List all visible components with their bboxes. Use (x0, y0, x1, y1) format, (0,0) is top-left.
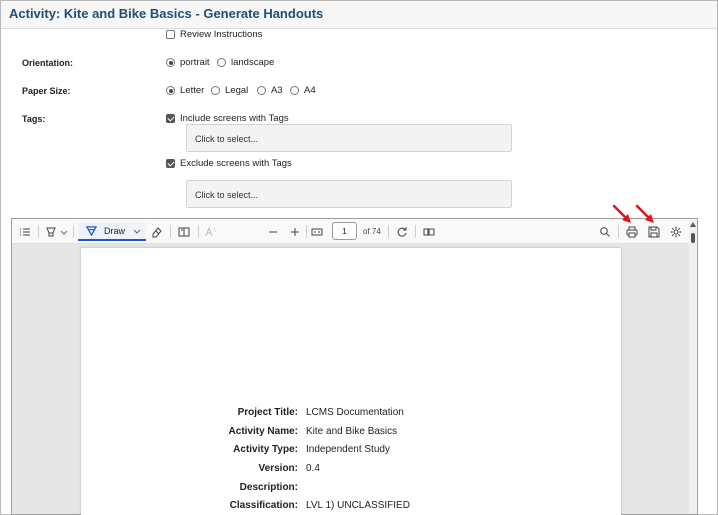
draw-chevron-down-icon[interactable] (133, 227, 141, 235)
review-instructions-checkbox[interactable] (166, 30, 175, 39)
legal-radio-option[interactable]: Legal (211, 85, 248, 96)
info-key: Activity Type: (233, 444, 298, 455)
info-key: Classification: (229, 500, 298, 511)
pdf-viewer: Draw 1 of 74 Project Title: LCMS Documen… (11, 218, 698, 515)
a4-label: A4 (304, 85, 316, 96)
legal-label: Legal (225, 85, 249, 96)
pdf-toolbar: Draw 1 of 74 (12, 219, 697, 244)
legal-radio[interactable] (211, 86, 220, 95)
landscape-radio[interactable] (217, 58, 226, 67)
draw-icon (86, 225, 97, 236)
info-value: Independent Study (306, 444, 390, 455)
scrollbar-thumb[interactable] (691, 233, 695, 243)
zoom-in-icon[interactable] (288, 225, 302, 239)
viewer-scrollbar[interactable] (689, 220, 697, 514)
info-row: Description: (81, 482, 621, 496)
exclude-tags-label: Exclude screens with Tags (180, 158, 292, 169)
exclude-tags-checkbox[interactable] (166, 159, 175, 168)
title-bar: Activity: Kite and Bike Basics - Generat… (1, 1, 717, 29)
exclude-tags-option[interactable]: Exclude screens with Tags (166, 158, 292, 169)
a4-radio[interactable] (290, 86, 299, 95)
info-key: Version: (258, 463, 298, 474)
info-row: Activity Type: Independent Study (81, 444, 621, 458)
text-icon[interactable] (177, 225, 191, 239)
landscape-label: landscape (231, 57, 275, 68)
portrait-radio-option[interactable]: portrait (166, 57, 210, 68)
info-value: Kite and Bike Basics (306, 426, 398, 437)
print-annotation-arrow-icon (612, 204, 631, 223)
rotate-icon[interactable] (395, 225, 409, 239)
tags-label: Tags: (22, 114, 46, 124)
info-key: Description: (239, 482, 298, 493)
orientation-label: Orientation: (22, 58, 73, 68)
review-instructions-option[interactable]: Review Instructions (166, 29, 262, 40)
page-title: Activity: Kite and Bike Basics - Generat… (9, 6, 324, 21)
a3-label: A3 (271, 85, 283, 96)
letter-radio[interactable] (166, 86, 175, 95)
contents-icon[interactable] (18, 225, 32, 239)
info-value: LCMS Documentation (306, 407, 404, 418)
info-row: Version: 0.4 (81, 463, 621, 477)
highlight-chevron-down-icon[interactable] (60, 225, 68, 239)
draw-label: Draw (104, 225, 126, 236)
info-key: Activity Name: (228, 426, 298, 437)
page-number-input[interactable]: 1 (332, 222, 357, 240)
landscape-radio-option[interactable]: landscape (217, 57, 274, 68)
a4-radio-option[interactable]: A4 (290, 85, 316, 96)
include-tags-checkbox[interactable] (166, 114, 175, 123)
save-icon[interactable] (647, 225, 661, 239)
portrait-label: portrait (180, 57, 210, 68)
portrait-radio[interactable] (166, 58, 175, 67)
draw-button[interactable]: Draw (78, 222, 146, 241)
zoom-out-icon[interactable] (266, 225, 280, 239)
info-key: Project Title: (237, 407, 298, 418)
include-tags-select[interactable]: Click to select... (186, 124, 512, 152)
a3-radio-option[interactable]: A3 (257, 85, 283, 96)
scroll-up-arrow-icon[interactable] (690, 222, 696, 227)
letter-label: Letter (180, 85, 205, 96)
include-tags-option[interactable]: Include screens with Tags (166, 113, 289, 124)
info-row: Activity Name: Kite and Bike Basics (81, 426, 621, 440)
fit-page-icon[interactable] (310, 225, 324, 239)
eraser-icon[interactable] (150, 225, 164, 239)
paper-size-label: Paper Size: (22, 86, 71, 96)
search-icon[interactable] (598, 225, 612, 239)
read-aloud-icon[interactable] (204, 225, 218, 239)
info-value: LVL 1) UNCLASSIFIED (306, 500, 410, 511)
info-row: Classification: LVL 1) UNCLASSIFIED (81, 500, 621, 514)
review-instructions-label: Review Instructions (180, 29, 263, 40)
settings-icon[interactable] (669, 225, 683, 239)
page-view-icon[interactable] (422, 225, 436, 239)
include-tags-label: Include screens with Tags (180, 113, 289, 124)
page-count: of 74 (363, 227, 381, 236)
save-annotation-arrow-icon (635, 204, 654, 223)
info-value: 0.4 (306, 463, 320, 474)
letter-radio-option[interactable]: Letter (166, 85, 204, 96)
info-row: Project Title: LCMS Documentation (81, 407, 621, 421)
a3-radio[interactable] (257, 86, 266, 95)
print-icon[interactable] (625, 225, 639, 239)
highlight-icon[interactable] (44, 225, 58, 239)
exclude-tags-select[interactable]: Click to select... (186, 180, 512, 208)
document-page: Project Title: LCMS Documentation Activi… (81, 248, 621, 515)
